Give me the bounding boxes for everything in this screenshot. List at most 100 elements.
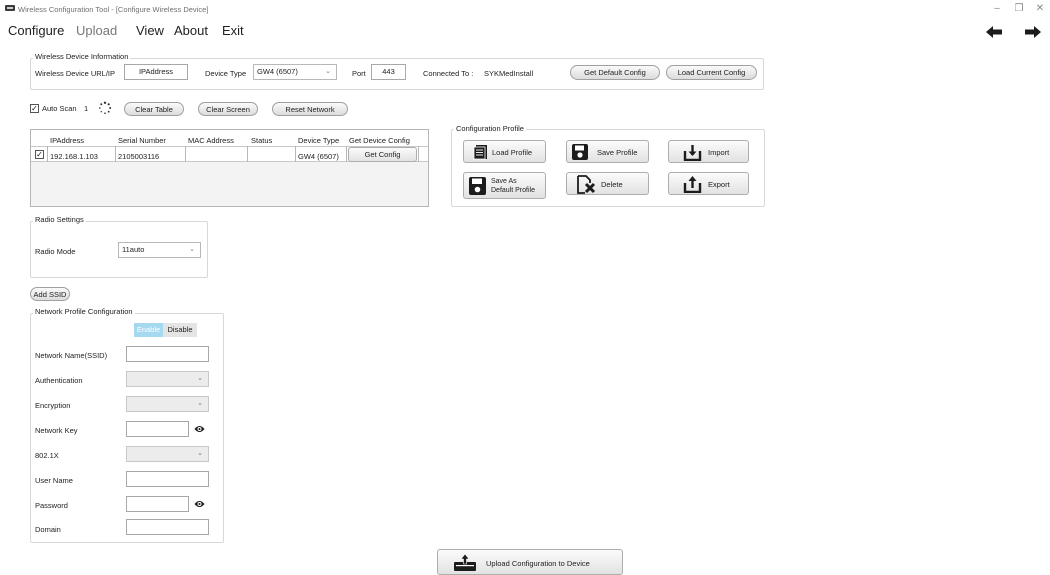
column-header-device-type[interactable]: Device Type <box>298 136 339 145</box>
upload-configuration-button[interactable]: Upload Configuration to Device <box>437 549 623 575</box>
network-key-input[interactable] <box>126 421 189 437</box>
cell-divider <box>346 146 347 162</box>
save-as-default-button[interactable]: Save As Default Profile <box>463 172 546 199</box>
upload-icon <box>454 553 476 571</box>
chevron-down-icon: ⌄ <box>189 246 195 253</box>
column-header-ipaddress[interactable]: IPAddress <box>50 136 84 145</box>
save-default-label-line2: Default Profile <box>491 187 535 194</box>
add-ssid-button[interactable]: Add SSID <box>30 287 70 301</box>
column-header-get-config[interactable]: Get Device Config <box>349 136 410 145</box>
import-icon <box>683 145 702 161</box>
import-label: Import <box>708 148 730 157</box>
menu-upload: Upload <box>76 23 118 38</box>
cell-divider <box>418 146 419 162</box>
floppy-disk-icon <box>572 144 588 160</box>
cell-ipaddress: 192.168.1.103 <box>50 152 98 161</box>
authentication-label: Authentication <box>35 376 83 385</box>
device-info-legend: Wireless Device Information <box>33 52 131 61</box>
delete-document-icon <box>577 175 596 194</box>
menu-configure[interactable]: Configure <box>8 23 64 38</box>
cell-divider <box>247 146 248 162</box>
cell-serial: 2105003116 <box>118 152 160 161</box>
maximize-button[interactable]: ❐ <box>1008 2 1030 16</box>
password-input[interactable] <box>126 496 189 512</box>
password-label: Password <box>35 501 68 510</box>
load-profile-button[interactable]: Load Profile <box>463 140 546 163</box>
document-icon <box>473 145 487 160</box>
radio-settings-legend: Radio Settings <box>33 215 86 224</box>
arrow-right-icon[interactable] <box>1023 24 1043 40</box>
device-url-input[interactable]: IPAddress <box>124 64 188 80</box>
delete-label: Delete <box>601 180 623 189</box>
cell-divider <box>295 146 296 162</box>
save-default-label-line1: Save As <box>491 178 517 185</box>
authentication-select[interactable]: ⌄ <box>126 371 209 387</box>
export-icon <box>683 176 702 193</box>
column-header-status[interactable]: Status <box>251 136 272 145</box>
menu-view[interactable]: View <box>136 23 164 38</box>
reset-network-button[interactable]: Reset Network <box>272 102 348 116</box>
loading-spinner-icon <box>99 101 112 114</box>
title-bar: Wireless Configuration Tool - [Configure… <box>0 0 1050 19</box>
upload-configuration-label: Upload Configuration to Device <box>486 559 590 568</box>
get-config-button[interactable]: Get Config <box>348 147 417 162</box>
wifi-app-icon <box>5 5 15 11</box>
menu-about[interactable]: About <box>174 23 208 38</box>
radio-mode-label: Radio Mode <box>35 247 76 256</box>
export-button[interactable]: Export <box>668 172 749 195</box>
disable-toggle[interactable]: Disable <box>163 323 197 337</box>
load-current-config-button[interactable]: Load Current Config <box>666 65 757 80</box>
encryption-select[interactable]: ⌄ <box>126 396 209 412</box>
enable-toggle[interactable]: Enable <box>134 323 163 337</box>
user-name-input[interactable] <box>126 471 209 487</box>
dot1x-label: 802.1X <box>35 451 59 460</box>
get-config-label: Get Config <box>364 150 401 159</box>
user-name-label: User Name <box>35 476 73 485</box>
dot1x-select[interactable]: ⌄ <box>126 446 209 462</box>
clear-screen-button[interactable]: Clear Screen <box>198 102 258 116</box>
cell-divider <box>185 146 186 162</box>
network-key-label: Network Key <box>35 426 78 435</box>
minimize-button[interactable]: – <box>986 2 1008 16</box>
clear-table-button[interactable]: Clear Table <box>124 102 184 116</box>
device-type-value: GW4 (6507) <box>257 67 298 76</box>
cell-divider <box>47 146 48 162</box>
chevron-down-icon: ⌄ <box>325 68 331 75</box>
config-profile-legend: Configuration Profile <box>454 124 526 133</box>
cell-divider <box>115 146 116 162</box>
network-profile-legend: Network Profile Configuration <box>33 307 135 316</box>
ssid-label: Network Name(SSID) <box>35 351 108 360</box>
chevron-down-icon: ⌄ <box>197 375 203 382</box>
floppy-disk-icon <box>469 177 486 195</box>
menu-exit[interactable]: Exit <box>222 23 244 38</box>
cell-device-type: GW4 (6507) <box>298 152 339 161</box>
radio-mode-select[interactable]: 11auto ⌄ <box>118 242 201 258</box>
save-profile-button[interactable]: Save Profile <box>566 140 649 163</box>
save-profile-label: Save Profile <box>597 148 638 157</box>
arrow-left-icon[interactable] <box>984 24 1004 40</box>
ssid-input[interactable] <box>126 346 209 362</box>
auto-scan-checkbox[interactable]: ✓ <box>30 104 39 113</box>
close-button[interactable]: ✕ <box>1029 2 1050 16</box>
domain-input[interactable] <box>126 519 209 535</box>
row-select-checkbox[interactable]: ✓ <box>35 150 44 159</box>
column-header-serial[interactable]: Serial Number <box>118 136 166 145</box>
auto-scan-label: Auto Scan <box>42 104 77 113</box>
device-url-label: Wireless Device URL/IP <box>35 69 116 78</box>
export-label: Export <box>708 180 730 189</box>
eye-icon[interactable] <box>194 425 205 433</box>
device-type-select[interactable]: GW4 (6507) ⌄ <box>253 64 337 80</box>
column-header-mac[interactable]: MAC Address <box>188 136 234 145</box>
get-default-config-button[interactable]: Get Default Config <box>570 65 660 80</box>
import-button[interactable]: Import <box>668 140 749 163</box>
domain-label: Domain <box>35 525 61 534</box>
eye-icon[interactable] <box>194 500 205 508</box>
delete-button[interactable]: Delete <box>566 172 649 195</box>
device-type-label: Device Type <box>205 69 247 78</box>
port-input[interactable]: 443 <box>371 64 406 80</box>
radio-mode-value: 11auto <box>122 245 145 254</box>
chevron-down-icon: ⌄ <box>197 450 203 457</box>
scan-count: 1 <box>84 104 89 113</box>
encryption-label: Encryption <box>35 401 71 410</box>
connected-to-value: SYKMedInstall <box>484 69 534 78</box>
